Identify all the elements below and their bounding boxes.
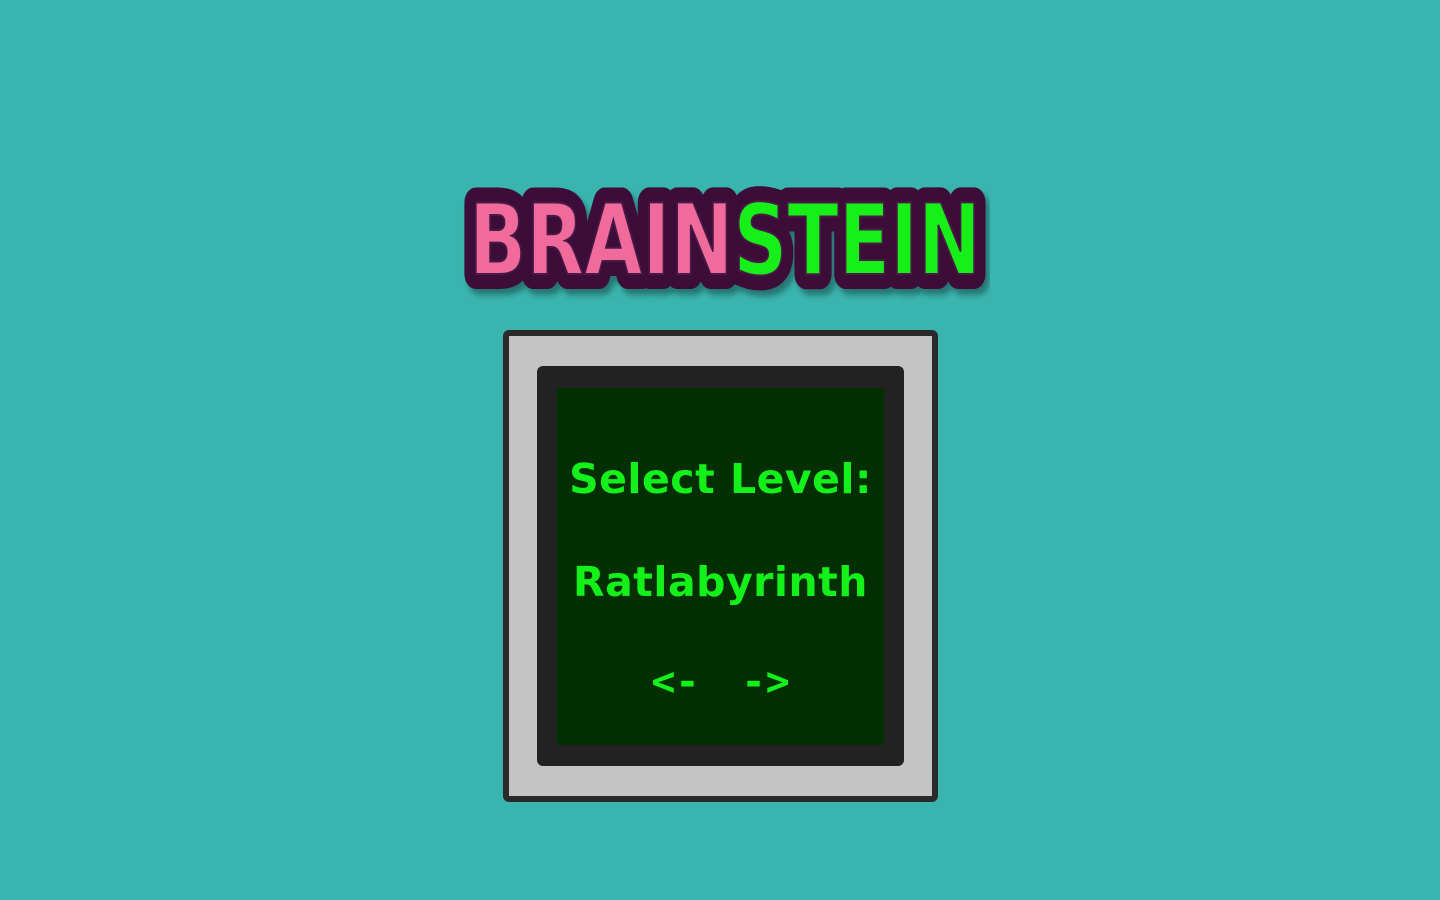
game-logo: BRAINSTEIN BRAINSTEIN — [455, 150, 990, 310]
current-level-name: Ratlabyrinth — [573, 558, 868, 606]
level-select-monitor: Select Level: Ratlabyrinth <- -> — [503, 330, 938, 802]
previous-level-button[interactable]: <- — [651, 662, 699, 702]
logo-brain-text: BRAIN — [469, 184, 733, 298]
level-navigation: <- -> — [557, 662, 884, 702]
game-stage: BRAINSTEIN BRAINSTEIN Select Level: Ratl… — [0, 0, 1440, 900]
monitor-bezel: Select Level: Ratlabyrinth <- -> — [537, 366, 904, 766]
monitor-screen: Select Level: Ratlabyrinth <- -> — [557, 388, 884, 745]
svg-text:BRAINSTEIN: BRAINSTEIN — [469, 184, 981, 298]
logo-stein-text: STEIN — [733, 184, 981, 298]
next-level-button[interactable]: -> — [742, 662, 790, 702]
select-level-label: Select Level: — [569, 455, 872, 503]
